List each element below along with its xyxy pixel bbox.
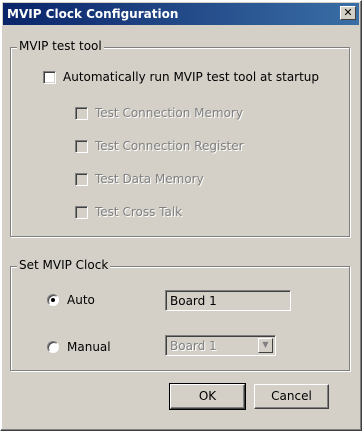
chevron-down-icon: ▼ bbox=[258, 338, 273, 353]
test-cross-talk-checkbox bbox=[75, 205, 88, 219]
test-tool-group: MVIP test tool Automatically run MVIP te… bbox=[10, 39, 350, 237]
test-connection-register-row: Test Connection Register bbox=[75, 139, 244, 153]
test-connection-register-checkbox bbox=[75, 139, 88, 153]
test-connection-memory-label: Test Connection Memory bbox=[95, 106, 243, 120]
test-tool-group-title: MVIP test tool bbox=[17, 39, 104, 53]
ok-button[interactable]: OK bbox=[169, 383, 246, 410]
window-title: MVIP Clock Configuration bbox=[7, 7, 179, 21]
radio-selected-dot bbox=[51, 298, 55, 302]
test-connection-register-label: Test Connection Register bbox=[95, 139, 244, 153]
test-cross-talk-row: Test Cross Talk bbox=[75, 205, 182, 219]
close-button[interactable]: ✕ bbox=[340, 6, 356, 20]
auto-run-checkbox-row[interactable]: Automatically run MVIP test tool at star… bbox=[43, 70, 319, 84]
clock-group: Set MVIP Clock Auto Board 1 Manual Board… bbox=[10, 258, 350, 371]
auto-run-checkbox[interactable] bbox=[43, 70, 56, 84]
auto-radio[interactable] bbox=[47, 294, 59, 306]
manual-radio-label: Manual bbox=[67, 340, 111, 354]
test-data-memory-label: Test Data Memory bbox=[95, 172, 204, 186]
title-bar[interactable]: MVIP Clock Configuration ✕ bbox=[3, 3, 359, 25]
manual-radio-row[interactable]: Manual bbox=[47, 340, 111, 354]
clock-group-title: Set MVIP Clock bbox=[17, 258, 111, 272]
auto-board-field: Board 1 bbox=[165, 290, 291, 311]
close-icon: ✕ bbox=[343, 6, 353, 19]
test-connection-memory-row: Test Connection Memory bbox=[75, 106, 243, 120]
manual-radio[interactable] bbox=[47, 341, 59, 353]
test-data-memory-checkbox bbox=[75, 172, 88, 186]
test-data-memory-row: Test Data Memory bbox=[75, 172, 204, 186]
test-connection-memory-checkbox bbox=[75, 106, 88, 120]
dialog-window: MVIP Clock Configuration ✕ MVIP test too… bbox=[0, 0, 362, 431]
test-cross-talk-label: Test Cross Talk bbox=[95, 205, 183, 219]
auto-radio-row[interactable]: Auto bbox=[47, 293, 95, 307]
cancel-button[interactable]: Cancel bbox=[254, 384, 329, 409]
auto-run-label: Automatically run MVIP test tool at star… bbox=[63, 70, 320, 84]
manual-board-value: Board 1 bbox=[170, 339, 217, 353]
manual-board-select: Board 1 ▼ bbox=[165, 335, 276, 356]
auto-radio-label: Auto bbox=[67, 293, 95, 307]
